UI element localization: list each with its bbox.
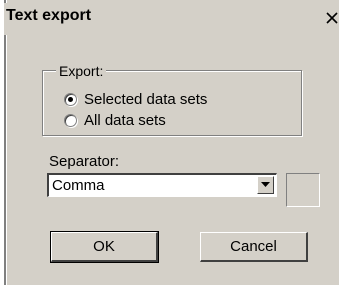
radio-unchecked-icon <box>64 113 77 127</box>
separator-preview-box <box>286 173 320 207</box>
close-icon <box>326 12 338 24</box>
export-group-label: Export: <box>56 63 107 79</box>
title-bar: Text export <box>4 3 339 35</box>
dialog-title: Text export <box>6 7 92 24</box>
radio-checked-icon <box>64 92 77 106</box>
close-button[interactable] <box>326 3 339 33</box>
chevron-down-icon <box>261 182 270 187</box>
dropdown-arrow-button[interactable] <box>257 176 274 194</box>
radio-all-data-sets[interactable]: All data sets <box>64 110 166 130</box>
radio-selected-data-sets[interactable]: Selected data sets <box>64 89 207 109</box>
separator-value: Comma <box>52 177 105 194</box>
separator-dropdown[interactable]: Comma <box>47 173 277 197</box>
radio-label-all: All data sets <box>84 111 166 129</box>
radio-label-selected: Selected data sets <box>84 90 208 108</box>
separator-label: Separator: <box>49 153 120 170</box>
ok-button[interactable]: OK <box>50 231 159 263</box>
cancel-button[interactable]: Cancel <box>200 232 308 262</box>
